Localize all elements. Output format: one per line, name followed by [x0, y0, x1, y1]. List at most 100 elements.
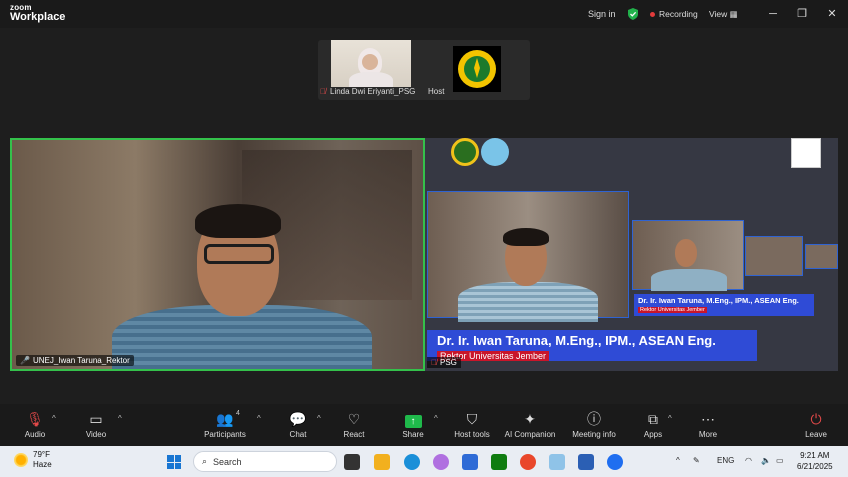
university-logo-thumbnail[interactable]: [453, 46, 501, 92]
video-button[interactable]: ▭ Video: [66, 410, 126, 439]
zoom-app-icon[interactable]: [607, 454, 623, 470]
speaker-caption: Dr. Ir. Iwan Taruna, M.Eng., IPM., ASEAN…: [427, 330, 757, 361]
apps-button[interactable]: ⧉ Apps: [623, 410, 683, 439]
mic-muted-icon: 🎙̸: [431, 358, 437, 367]
chrome-icon[interactable]: [520, 454, 536, 470]
minimize-icon[interactable]: ─: [765, 6, 781, 22]
ai-companion-label: AI Companion: [504, 430, 556, 439]
more-button[interactable]: ⋯ More: [678, 410, 738, 439]
apps-icon: ⧉: [648, 411, 658, 427]
participants-icon: 👥: [216, 411, 234, 427]
system-clock[interactable]: 9:21 AM 6/21/2025: [797, 450, 833, 472]
brand-large: Workplace: [10, 11, 66, 23]
sparkle-icon: ✦: [524, 411, 536, 427]
nested-caption-small-title: Dr. Ir. Iwan Taruna, M.Eng., IPM., ASEAN…: [638, 296, 799, 305]
file-explorer-icon[interactable]: [374, 454, 390, 470]
grid-icon: ▦: [729, 9, 738, 19]
sign-in-button[interactable]: Sign in: [588, 9, 616, 19]
edge-icon[interactable]: [404, 454, 420, 470]
nested-speaker-hair: [503, 228, 549, 246]
leave-button[interactable]: ⏻ Leave: [786, 410, 846, 439]
photos-icon[interactable]: [549, 454, 565, 470]
shield-icon[interactable]: [627, 8, 639, 20]
weather-desc: Haze: [33, 460, 52, 469]
zoom-logo: zoom Workplace: [10, 4, 65, 23]
university-logo: [451, 138, 479, 166]
info-icon: ⓘ: [587, 411, 601, 427]
battery-icon[interactable]: ▭: [776, 456, 784, 465]
partner-logo: [481, 138, 509, 166]
audio-label: Audio: [24, 430, 46, 439]
meeting-info-label: Meeting info: [572, 430, 616, 439]
weather-widget[interactable]: 79°F Haze: [14, 450, 52, 470]
speaker-caption-title: Dr. Ir. Iwan Taruna, M.Eng., IPM., ASEAN…: [437, 333, 716, 348]
pen-icon[interactable]: ✎: [693, 456, 700, 465]
event-logo: [791, 138, 821, 168]
participant-body: [349, 72, 393, 87]
task-view-icon[interactable]: [344, 454, 360, 470]
ai-companion-button[interactable]: ✦ AI Companion: [500, 410, 560, 439]
apps-options-chevron-icon[interactable]: ^: [668, 414, 672, 423]
participants-label: Participants: [204, 430, 246, 439]
volume-muted-icon[interactable]: 🔈: [761, 456, 771, 465]
share-arrow-icon: ↑: [404, 415, 422, 428]
restore-icon[interactable]: ❐: [794, 6, 810, 22]
windows-start-icon[interactable]: [167, 455, 181, 469]
participant-name-tag: 🎙̸ Linda Dwi Eriyanti_PSG: [320, 87, 415, 96]
mic-on-icon: 🎤: [20, 356, 30, 365]
nested-video-frame-4: [805, 244, 838, 269]
speaker-glasses: [204, 244, 274, 264]
copilot-icon[interactable]: [433, 454, 449, 470]
zoom-window: zoom Workplace Sign in Recording View ▦ …: [0, 0, 848, 477]
audio-options-chevron-icon[interactable]: ^: [52, 414, 56, 423]
react-label: React: [343, 430, 365, 439]
secondary-name: PSG: [440, 358, 457, 367]
store-icon[interactable]: [462, 454, 478, 470]
react-button[interactable]: ♡ React: [324, 410, 384, 439]
sun-haze-icon: [14, 453, 28, 467]
active-speaker-tile[interactable]: 🎤 UNEJ_Iwan Taruna_Rektor: [10, 138, 425, 371]
os-taskbar: 79°F Haze ⌕ Search ^ ✎ ENG ◠ 🔈 ▭ 9:21 AM…: [0, 446, 848, 477]
audio-button[interactable]: 🎙 Audio: [5, 410, 65, 439]
share-options-chevron-icon[interactable]: ^: [434, 414, 438, 423]
host-label: Host: [428, 87, 445, 96]
view-label: View: [709, 9, 728, 19]
clock-date: 6/21/2025: [797, 462, 833, 471]
secondary-name-tag: 🎙̸ PSG: [427, 357, 461, 368]
chat-options-chevron-icon[interactable]: ^: [317, 414, 321, 423]
speaker-hair: [195, 204, 281, 238]
host-tools-button[interactable]: ⛉ Host tools: [442, 410, 502, 439]
participant-name: Linda Dwi Eriyanti_PSG: [330, 87, 416, 96]
nested-speaker-shirt-2: [651, 269, 727, 291]
view-button[interactable]: View ▦: [709, 9, 738, 20]
wifi-icon[interactable]: ◠: [745, 456, 752, 465]
title-bar: zoom Workplace Sign in Recording View ▦ …: [0, 0, 848, 28]
video-options-chevron-icon[interactable]: ^: [118, 414, 122, 423]
apps-label: Apps: [643, 430, 663, 439]
recording-label: Recording: [659, 9, 698, 19]
nested-speaker-shirt: [458, 282, 598, 322]
language-indicator[interactable]: ENG: [717, 456, 734, 465]
leave-icon: ⏻: [810, 411, 822, 427]
speaker-name: UNEJ_Iwan Taruna_Rektor: [32, 356, 130, 365]
meeting-info-button[interactable]: ⓘ Meeting info: [564, 410, 624, 439]
nested-video-frame-3: [745, 236, 803, 276]
participants-options-chevron-icon[interactable]: ^: [257, 414, 261, 423]
recording-dot-icon: [650, 11, 655, 17]
word-icon[interactable]: [578, 454, 594, 470]
tray-expand-chevron-icon[interactable]: ^: [676, 456, 680, 465]
nested-caption-small: Dr. Ir. Iwan Taruna, M.Eng., IPM., ASEAN…: [634, 294, 814, 316]
participant-face: [362, 54, 378, 70]
close-icon[interactable]: ✕: [824, 6, 840, 22]
clock-time: 9:21 AM: [800, 451, 830, 460]
recording-indicator[interactable]: Recording: [650, 9, 698, 19]
chat-label: Chat: [289, 430, 307, 439]
participants-button[interactable]: 👥 Participants: [195, 410, 255, 439]
video-camera-icon: ▭: [89, 411, 103, 427]
participant-video-thumbnail[interactable]: [331, 40, 411, 87]
mic-muted-icon: 🎙̸: [320, 87, 326, 96]
leave-label: Leave: [805, 430, 827, 439]
taskbar-search[interactable]: ⌕ Search: [193, 451, 337, 472]
shield-icon: ⛉: [466, 411, 478, 427]
xbox-icon[interactable]: [491, 454, 507, 470]
